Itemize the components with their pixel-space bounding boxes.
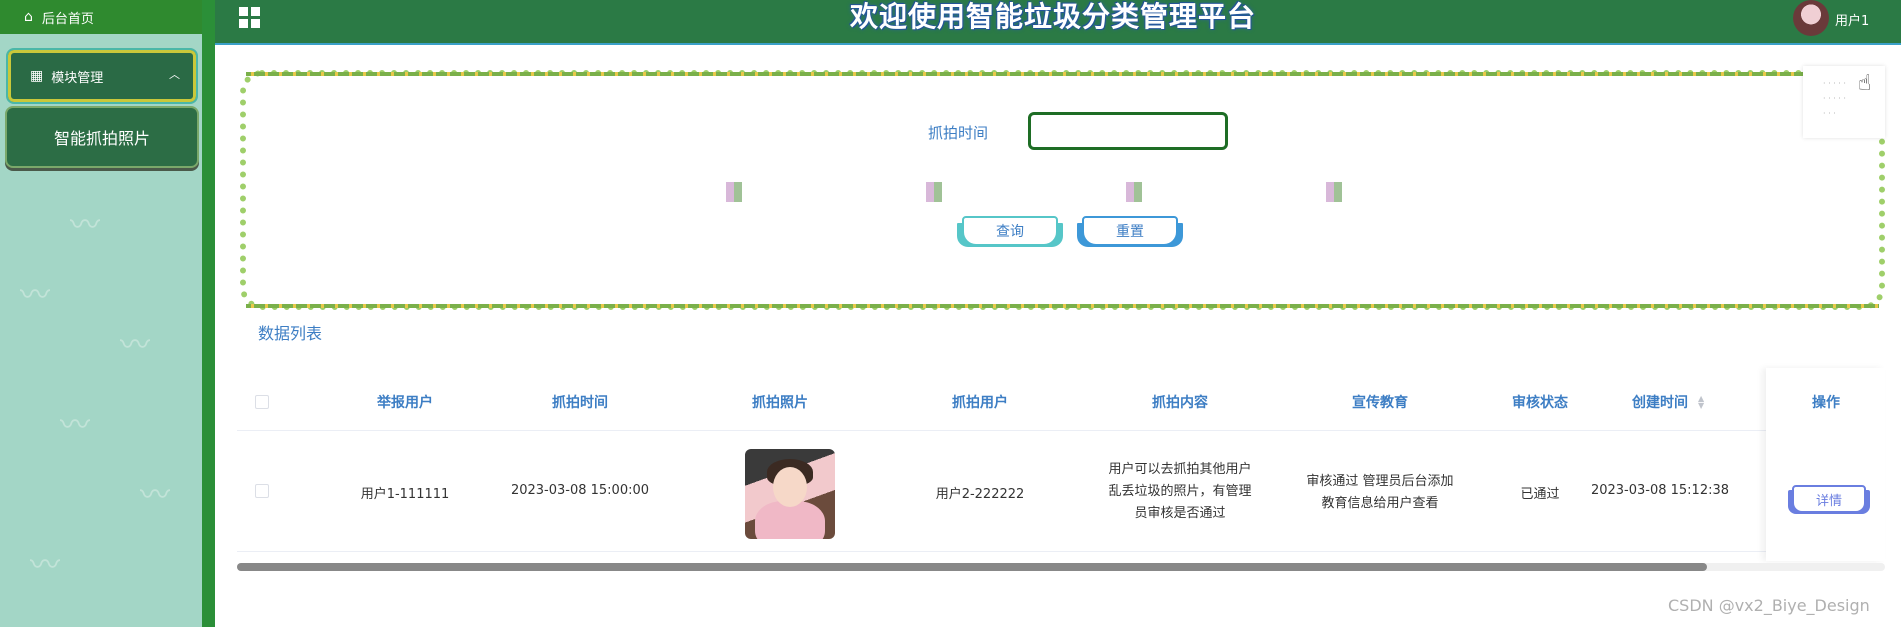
operation-column: 操作 详情 <box>1766 368 1885 561</box>
sidebar-home[interactable]: ⌂ 后台首页 <box>0 0 202 34</box>
photo-face <box>773 467 807 507</box>
reset-button[interactable]: 重置 <box>1082 216 1178 246</box>
captured-photo[interactable] <box>745 449 835 539</box>
module-label: 模块管理 <box>51 70 104 86</box>
sort-icon[interactable]: ▲ ▼ <box>1698 395 1704 410</box>
detail-button[interactable]: 详情 <box>1792 485 1866 513</box>
query-button[interactable]: 查询 <box>962 216 1058 246</box>
cell-created: 2023-03-08 15:12:38 <box>1590 483 1730 498</box>
vine-border-top <box>246 72 1879 76</box>
capture-time-label: 抓拍时间 <box>928 124 989 142</box>
cell-education: 审核通过 管理员后台添加教育信息给用户查看 <box>1306 474 1454 511</box>
grid-icon: ▦ <box>30 68 44 84</box>
sidebar-module-management[interactable]: ▦ 模块管理 ︿ <box>6 48 198 104</box>
column-header-education: 宣传教育 <box>1352 395 1408 411</box>
reset-button-label: 重置 <box>1116 224 1144 240</box>
cell-captured-user: 用户2-222222 <box>935 487 1025 502</box>
data-list-title: 数据列表 <box>258 324 323 343</box>
chevron-up-icon: ︿ <box>169 68 180 81</box>
sidebar-item-capture-photos[interactable]: 智能抓拍照片 <box>5 106 199 168</box>
search-panel: 抓拍时间 查询 重置 <box>240 70 1885 310</box>
query-button-label: 查询 <box>996 224 1024 240</box>
column-header-action: 操作 <box>1812 395 1840 411</box>
watermark: CSDN @vx2_Biye_Design <box>1668 596 1870 615</box>
hand-cursor-icon: ☝ <box>1858 71 1872 96</box>
tool-line: · · · <box>1823 109 1836 118</box>
column-header-status: 审核状态 <box>1512 395 1568 411</box>
capture-time-input[interactable] <box>1028 112 1228 150</box>
tool-line: · · · · · <box>1823 94 1846 103</box>
page-title: 欢迎使用智能垃圾分类管理平台 <box>850 0 1257 33</box>
floating-tool-panel[interactable]: · · · · · · · · · · · · · ☝ <box>1803 66 1885 138</box>
select-all-checkbox[interactable] <box>255 395 269 409</box>
row-checkbox[interactable] <box>255 484 269 498</box>
detail-button-label: 详情 <box>1815 493 1842 509</box>
menu-grid-icon[interactable] <box>239 7 261 29</box>
cell-content: 用户可以去抓拍其他用户乱丢垃圾的照片，有管理员审核是否通过 <box>1108 462 1252 521</box>
table-row: 用户1-111111 2023-03-08 15:00:00 用户2-22222… <box>237 431 1885 552</box>
decorative-squiggle: 〰 <box>30 548 60 583</box>
decorative-squiggle: 〰 <box>70 208 100 243</box>
cell-status: 已通过 <box>1520 487 1560 502</box>
sidebar-item-label: 智能抓拍照片 <box>53 129 150 148</box>
home-icon: ⌂ <box>24 9 33 25</box>
sidebar: ⌂ 后台首页 ▦ 模块管理 ︿ 智能抓拍照片 〰 〰 〰 〰 〰 〰 <box>0 0 215 627</box>
column-header-reporter: 举报用户 <box>377 395 433 411</box>
username[interactable]: 用户1 <box>1835 10 1869 29</box>
tool-line: · · · · · <box>1823 79 1846 88</box>
column-header-content: 抓拍内容 <box>1152 395 1208 411</box>
column-header-created[interactable]: 创建时间 <box>1620 392 1700 412</box>
column-header-captured-user: 抓拍用户 <box>952 395 1008 411</box>
decorative-squiggle: 〰 <box>120 328 150 363</box>
flower-decoration <box>686 182 1456 202</box>
column-header-photo: 抓拍照片 <box>752 395 808 411</box>
cell-capture-time: 2023-03-08 15:00:00 <box>510 483 650 498</box>
decorative-squiggle: 〰 <box>20 278 50 313</box>
vine-border-bottom <box>246 304 1879 308</box>
decorative-squiggle: 〰 <box>60 408 90 443</box>
cell-reporter: 用户1-111111 <box>360 487 450 502</box>
horizontal-scrollbar-thumb[interactable] <box>237 563 1707 571</box>
decorative-squiggle: 〰 <box>140 478 170 513</box>
data-table: 举报用户 抓拍时间 抓拍照片 抓拍用户 抓拍内容 宣传教育 审核状态 创建时间 … <box>237 368 1885 568</box>
home-label: 后台首页 <box>41 11 94 27</box>
column-header-capture-time: 抓拍时间 <box>552 395 608 411</box>
table-header: 举报用户 抓拍时间 抓拍照片 抓拍用户 抓拍内容 宣传教育 审核状态 创建时间 … <box>237 378 1885 431</box>
top-header: 欢迎使用智能垃圾分类管理平台 用户1 <box>215 0 1901 45</box>
avatar[interactable] <box>1793 0 1829 36</box>
